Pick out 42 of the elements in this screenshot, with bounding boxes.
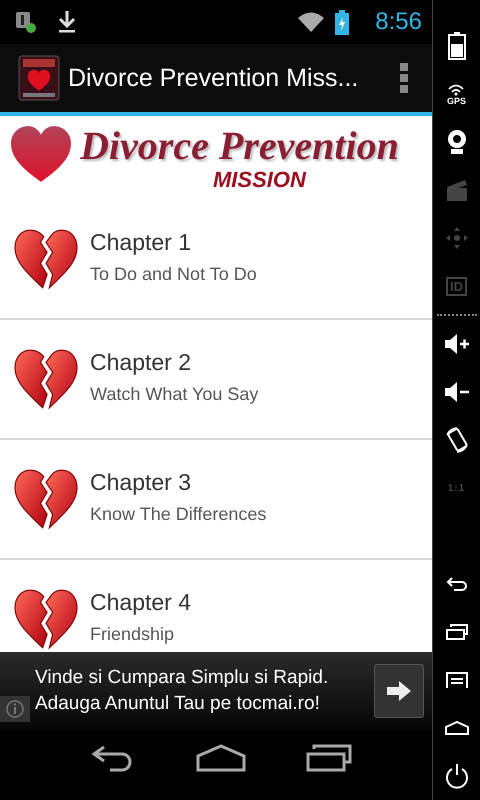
app-title: Divorce Prevention Miss... [68, 64, 360, 92]
app-icon [18, 55, 60, 101]
broken-heart-icon [12, 468, 80, 530]
overflow-menu-icon[interactable] [400, 63, 408, 93]
webcam-icon[interactable] [446, 129, 468, 155]
ad-text: Vinde si Cumpara Simplu si Rapid. [35, 667, 330, 689]
chapter-subtitle: Watch What You Say [90, 384, 258, 405]
broken-heart-icon [12, 348, 80, 410]
chapter-subtitle: To Do and Not To Do [90, 264, 257, 285]
notification-icon [14, 9, 38, 35]
download-icon [56, 9, 78, 35]
menu-icon[interactable] [446, 671, 468, 689]
wifi-icon [297, 10, 326, 34]
volume-up-icon[interactable] [444, 333, 470, 355]
clock: 8:56 [375, 8, 422, 36]
ad-info-button[interactable] [0, 696, 30, 722]
broken-heart-icon [12, 588, 80, 650]
recent-apps-icon[interactable] [306, 744, 352, 772]
heart-logo-icon [8, 124, 74, 184]
back-icon[interactable] [446, 576, 468, 592]
broken-heart-icon [12, 228, 80, 290]
battery-icon[interactable] [448, 32, 466, 60]
arrow-right-icon [387, 679, 411, 703]
info-icon [6, 700, 24, 718]
recent-apps-icon[interactable] [446, 623, 468, 641]
power-icon[interactable] [444, 763, 468, 789]
chapter-title: Chapter 3 [90, 469, 192, 496]
chapter-subtitle: Friendship [90, 624, 176, 645]
chapter-title: Chapter 2 [90, 349, 192, 376]
gps-label: GPS [446, 96, 466, 106]
ad-arrow-button[interactable] [374, 664, 424, 718]
home-icon[interactable] [196, 744, 246, 772]
chapter-subtitle: Know The Differences [90, 504, 266, 525]
banner-subtitle: MISSION [212, 168, 306, 192]
chapter-title: Chapter 4 [90, 589, 192, 616]
ad-text: Adauga Anuntul Tau pe tocmai.ro! [35, 693, 321, 715]
rotate-icon[interactable] [444, 426, 470, 454]
battery-icon [335, 10, 350, 34]
volume-down-icon[interactable] [444, 381, 470, 403]
signal-icon[interactable] [448, 82, 464, 96]
chapter-title: Chapter 1 [90, 229, 192, 256]
banner-title: Divorce Prevention [80, 124, 399, 168]
